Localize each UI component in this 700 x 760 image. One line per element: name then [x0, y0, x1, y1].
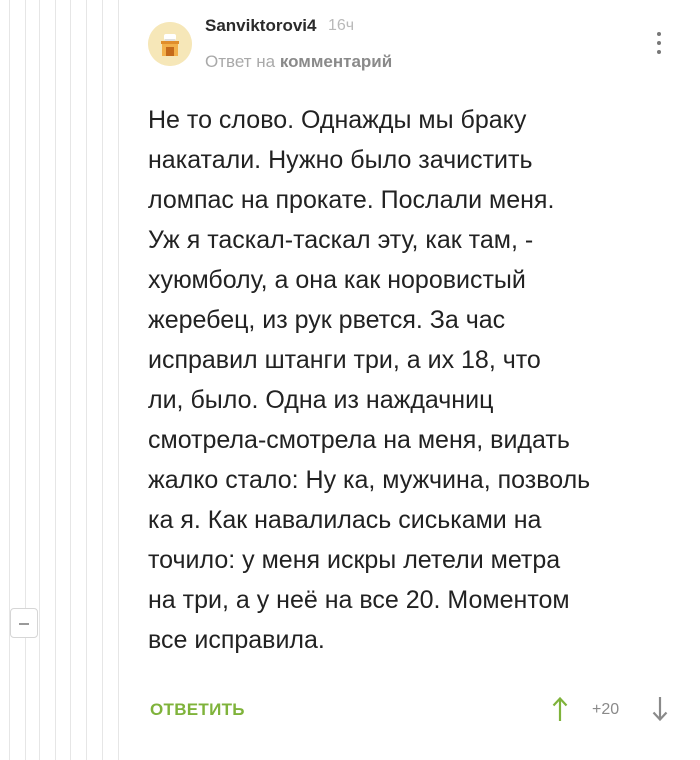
comment-text-line: накатали. Нужно было зачистить	[148, 146, 533, 174]
comment-text-line: ли, было. Одна из наждачниц	[148, 386, 494, 414]
thread-line	[102, 0, 103, 760]
reply-button[interactable]: ОТВЕТИТЬ	[150, 700, 245, 720]
comment-text-line: Не то слово. Однажды мы браку	[148, 106, 527, 134]
comment-timestamp: 16ч	[328, 17, 355, 34]
comment-text-line: исправил штанги три, а их 18, что	[148, 346, 541, 374]
thread-line	[25, 0, 26, 760]
comment-text-line: Уж я таскал-таскал эту, как там, -	[148, 226, 534, 254]
avatar-image	[148, 22, 192, 66]
reply-to-prefix: Ответ на	[205, 52, 276, 71]
comment-text-line: ломпас на прокате. Послали меня.	[148, 186, 555, 214]
thread-line	[86, 0, 87, 760]
thread-line	[70, 0, 71, 760]
arrow-down-icon[interactable]	[652, 696, 668, 722]
rating-count: +20	[592, 701, 620, 718]
comment-body: Не то слово. Однажды мы браку накатали. …	[148, 100, 693, 660]
thread-line	[55, 0, 56, 760]
thread-line	[118, 0, 119, 760]
avatar[interactable]	[148, 22, 192, 66]
comment-text-line: жеребец, из рук рвется. За час	[148, 306, 506, 334]
comment-text-line: жалко стало: Ну ка, мужчина, позволь	[148, 466, 591, 494]
collapse-thread-button[interactable]	[10, 608, 38, 638]
thread-line	[39, 0, 40, 760]
comment-text-line: точило: у меня искры летели метра	[148, 546, 561, 574]
comment-text-line: на три, а у неё на все 20. Моментом	[148, 586, 570, 614]
arrow-up-icon[interactable]	[552, 696, 568, 722]
thread-line	[9, 0, 10, 760]
more-vertical-icon[interactable]	[652, 30, 666, 60]
comment-text-line: хуюмболу, а она как норовистый	[148, 266, 526, 294]
collapse-minus-icon	[19, 623, 29, 625]
username-link[interactable]: Sanviktorovi4	[205, 16, 317, 36]
reply-to-info: Ответ на комментарий	[205, 52, 392, 72]
comment-text-line: все исправила.	[148, 626, 325, 654]
parent-comment-link[interactable]: комментарий	[280, 52, 392, 71]
comment-text-line: ка я. Как навалилась сиськами на	[148, 506, 542, 534]
comment-text-line: смотрела-смотрела на меня, видать	[148, 426, 570, 454]
